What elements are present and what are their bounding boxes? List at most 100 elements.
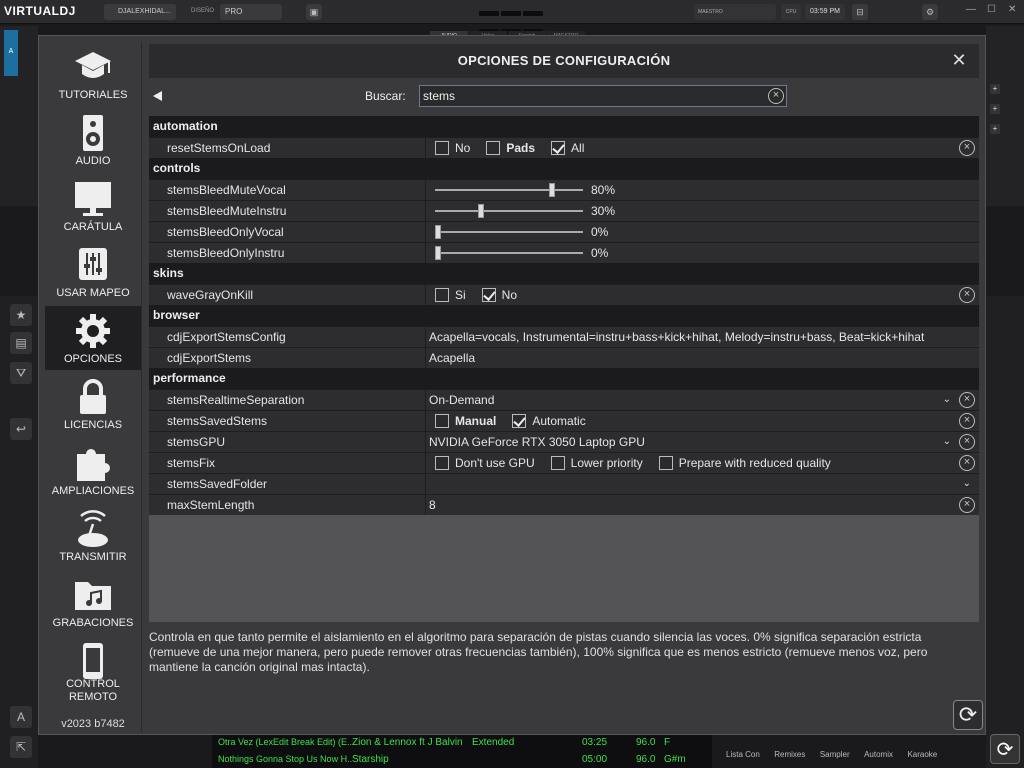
option-label: No xyxy=(501,288,518,302)
back-arrow-icon[interactable] xyxy=(153,91,162,101)
nav-item-opciones[interactable]: OPCIONES xyxy=(45,306,141,370)
setting-row-maxStemLength: maxStemLength 8 × xyxy=(149,494,979,515)
option-label: Automatic xyxy=(532,414,586,428)
reset-default-icon[interactable]: × xyxy=(959,497,975,513)
nav-label: LICENCIAS xyxy=(63,419,123,431)
nav-item-control-remoto[interactable]: CONTROL REMOTO xyxy=(45,636,141,708)
checkbox-all[interactable] xyxy=(551,140,566,155)
layout-switch[interactable] xyxy=(478,4,548,34)
track-key: F xyxy=(664,737,671,748)
font-size-icon[interactable]: A xyxy=(10,706,32,728)
text-field[interactable]: Acapella xyxy=(429,348,953,368)
reset-default-icon[interactable]: × xyxy=(959,287,975,303)
nav-label: TUTORIALES xyxy=(58,89,128,101)
popout-icon[interactable]: ⇱ xyxy=(10,736,32,758)
checkbox-dont-use-gpu[interactable] xyxy=(435,455,449,470)
minimize-icon[interactable]: — xyxy=(966,4,976,15)
checkbox-automatic[interactable] xyxy=(512,413,527,428)
tab-automix[interactable]: Automix xyxy=(864,750,893,759)
close-icon[interactable]: ✕ xyxy=(949,49,969,71)
checkbox-si[interactable] xyxy=(435,287,449,302)
refresh-icon[interactable]: ⟳ xyxy=(953,700,983,730)
record-icon[interactable]: ⊟ xyxy=(852,4,868,20)
nav-item-audio[interactable]: AUDIO xyxy=(45,108,141,172)
user-account-button[interactable]: DJALEXHIDAL... xyxy=(104,4,176,20)
master-volume[interactable]: MAESTRO xyxy=(694,4,776,20)
nav-item-caratula[interactable]: CARÁTULA xyxy=(45,174,141,238)
text-field[interactable]: Acapella=vocals, Instrumental=instru+bas… xyxy=(429,327,973,347)
slider-track[interactable] xyxy=(435,183,583,197)
tab-sampler[interactable]: Sampler xyxy=(820,750,850,759)
tab-karaoke[interactable]: Karaoke xyxy=(907,750,937,759)
settings-nav: TUTORIALES AUDIO CARÁTULA USAR MAPEO OPC… xyxy=(45,42,141,732)
text-field[interactable]: 8 xyxy=(429,495,953,515)
slider-track[interactable] xyxy=(435,246,583,260)
nav-item-tutoriales[interactable]: TUTORIALES xyxy=(45,42,141,106)
checkbox-pads[interactable] xyxy=(486,140,501,155)
setting-row-waveGrayOnKill: waveGrayOnKill Si No × xyxy=(149,284,979,305)
reset-default-icon[interactable]: × xyxy=(959,434,975,450)
plus-button[interactable]: + xyxy=(990,124,1000,134)
checkbox-no[interactable] xyxy=(481,287,496,302)
slider-knob[interactable] xyxy=(478,204,484,218)
dropdown[interactable]: NVIDIA GeForce RTX 3050 Laptop GPU ⌄ xyxy=(429,432,953,452)
browser-sidebar-right xyxy=(986,296,1024,768)
nav-label: GRABACIONES xyxy=(52,617,134,629)
tab-lista-con[interactable]: Lista Con xyxy=(726,750,760,759)
cpu-meter: CPU xyxy=(781,4,801,20)
reset-default-icon[interactable]: × xyxy=(959,140,975,156)
settings-gear-icon[interactable]: ⚙ xyxy=(922,4,938,20)
checkbox-no[interactable] xyxy=(435,140,449,155)
folder-icon[interactable]: ▤ xyxy=(10,332,32,354)
setting-row-stemsBleedOnlyVocal: stemsBleedOnlyVocal 0% xyxy=(149,221,979,242)
setting-row-stemsSavedFolder: stemsSavedFolder ⌄ xyxy=(149,473,979,494)
back-icon[interactable]: ↩ xyxy=(10,418,32,440)
version-label: v2023 b7482 xyxy=(61,718,125,730)
sync-icon[interactable]: ⟳ xyxy=(990,734,1020,764)
checkbox-lower-priority[interactable] xyxy=(550,455,565,470)
search-input[interactable] xyxy=(423,88,753,104)
slider-knob[interactable] xyxy=(435,246,441,260)
nav-item-grabaciones[interactable]: GRABACIONES xyxy=(45,570,141,634)
nav-item-usar-mapeo[interactable]: USAR MAPEO xyxy=(45,240,141,304)
slider-track[interactable] xyxy=(435,225,583,239)
search-label: Buscar: xyxy=(365,89,406,103)
nav-item-transmitir[interactable]: TRANSMITIR xyxy=(45,504,141,568)
favorites-star-icon[interactable]: ★ xyxy=(10,304,32,326)
dialog-title: OPCIONES DE CONFIGURACIÓN xyxy=(457,53,671,68)
filter-icon[interactable]: ⛛ xyxy=(10,362,32,384)
plus-button[interactable]: + xyxy=(990,104,1000,114)
reset-default-icon[interactable]: × xyxy=(959,413,975,429)
setting-value: 30% xyxy=(429,201,953,221)
table-row[interactable]: Nothings Gonna Stop Us Now H... Starship… xyxy=(212,751,712,768)
nav-item-ampliaciones[interactable]: AMPLIACIONES xyxy=(45,438,141,502)
checkbox-manual[interactable] xyxy=(435,413,449,428)
plus-button[interactable]: + xyxy=(990,84,1000,94)
browser-sidebar-left: ★ ▤ ⛛ ↩ A ⇱ xyxy=(0,296,38,768)
slider-knob[interactable] xyxy=(435,225,441,239)
folder-dropdown[interactable]: ⌄ xyxy=(429,474,973,494)
setting-name: stemsRealtimeSeparation xyxy=(167,393,305,407)
slider-knob[interactable] xyxy=(549,183,555,197)
dropdown[interactable]: On-Demand ⌄ xyxy=(429,390,953,410)
setting-name: stemsBleedOnlyVocal xyxy=(167,225,284,239)
maximize-icon[interactable]: ☐ xyxy=(987,4,996,15)
deck-a-indicator[interactable]: A xyxy=(4,30,18,76)
reset-default-icon[interactable]: × xyxy=(959,392,975,408)
slider-value: 0% xyxy=(591,225,609,239)
tab-remixes[interactable]: Remixes xyxy=(774,750,805,759)
nav-item-licencias[interactable]: LICENCIAS xyxy=(45,372,141,436)
clear-search-icon[interactable]: × xyxy=(768,88,784,104)
settings-list: automation resetStemsOnLoad No Pads All × … xyxy=(149,116,979,622)
slider-track[interactable] xyxy=(435,204,583,218)
design-select[interactable]: PRO xyxy=(220,4,282,20)
table-row[interactable]: Otra Vez (LexEdit Break Edit) (E... Zion… xyxy=(212,734,712,751)
monitor-icon xyxy=(75,182,111,216)
layout-icon[interactable]: ▣ xyxy=(306,4,322,20)
reset-default-icon[interactable]: × xyxy=(959,455,975,471)
window-close-icon[interactable]: ✕ xyxy=(1008,4,1016,15)
dropdown-value: On-Demand xyxy=(429,393,495,407)
checkbox-reduced-quality[interactable] xyxy=(658,455,673,470)
setting-name: cdjExportStems xyxy=(167,351,252,365)
track-length: 05:00 xyxy=(582,754,608,765)
